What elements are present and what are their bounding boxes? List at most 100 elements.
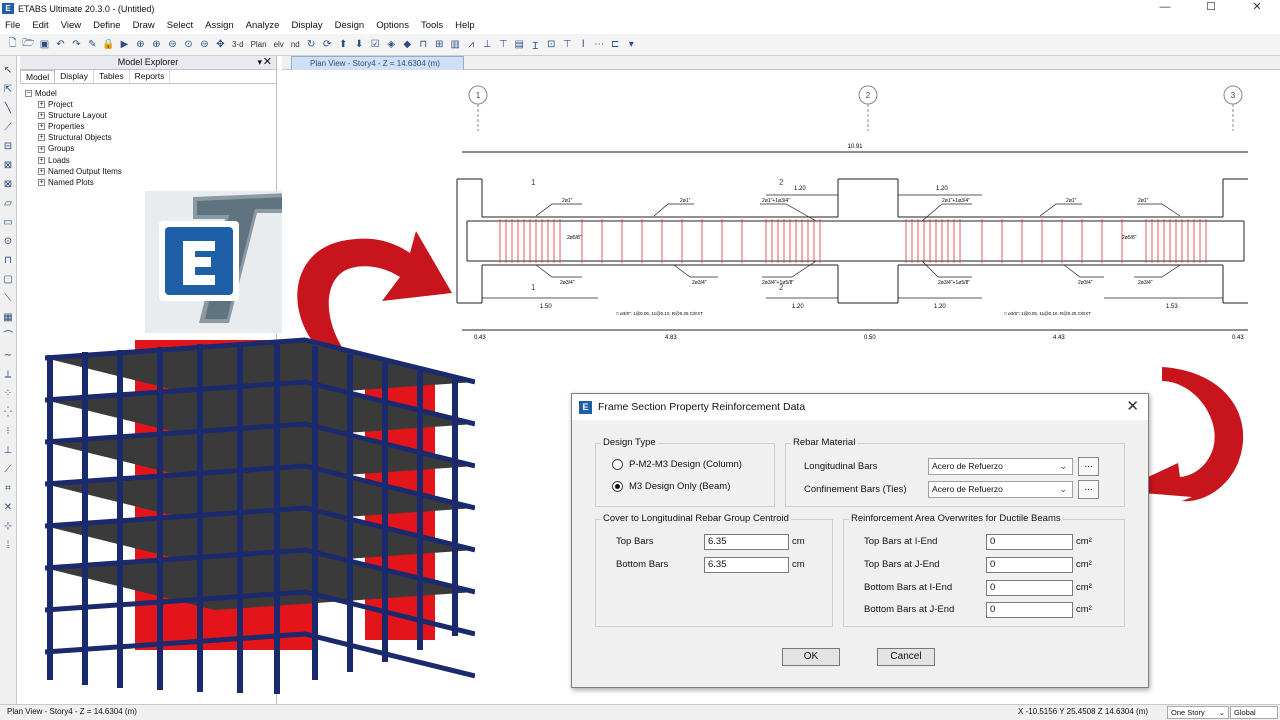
draw-beam-icon[interactable]: ⊟ xyxy=(4,140,12,154)
draw-brace-icon[interactable]: ⟋ xyxy=(5,121,12,135)
top-i-end-input[interactable]: 0 xyxy=(986,534,1073,550)
confinement-bars-select[interactable]: Acero de Refuerzo ⌄ xyxy=(928,481,1073,498)
menu-design[interactable]: Design xyxy=(331,20,373,31)
bottom-bars-cover-input[interactable]: 6.35 xyxy=(704,557,789,573)
collapse-icon[interactable]: − xyxy=(25,90,32,98)
frame-icon[interactable]: ⊓ xyxy=(417,38,430,51)
close-window-button[interactable]: ✕ xyxy=(1234,0,1280,15)
maximize-button[interactable]: ☐ xyxy=(1188,0,1234,15)
bottom-j-end-input[interactable]: 0 xyxy=(986,602,1073,618)
marker-icon[interactable]: Ⅰ xyxy=(577,38,590,51)
dialog-close-icon[interactable]: ✕ xyxy=(1126,397,1139,415)
snap-perp-icon[interactable]: ⊥ xyxy=(4,444,13,458)
coord-system-select[interactable]: Global xyxy=(1230,706,1278,719)
tree-item-loads[interactable]: + Loads xyxy=(25,155,122,166)
check-icon[interactable]: ☑ xyxy=(369,38,382,51)
tree-item-named-output[interactable]: + Named Output Items xyxy=(25,166,122,177)
view-3d-button[interactable]: 3-d xyxy=(230,38,246,51)
column-icon[interactable]: ⊞ xyxy=(433,38,446,51)
expand-icon[interactable]: + xyxy=(38,123,45,131)
snap-mid-icon[interactable]: ⁛ xyxy=(4,406,12,420)
menu-tools[interactable]: Tools xyxy=(417,20,451,31)
snap-ext-icon[interactable]: ⊹ xyxy=(4,520,12,534)
rotate-icon[interactable]: ↻ xyxy=(305,38,318,51)
save-icon[interactable]: ▣ xyxy=(38,38,51,51)
line-style-icon[interactable]: ⋯ xyxy=(593,38,606,51)
draw-opening-icon[interactable]: ▢ xyxy=(3,273,12,287)
zoom-fit-icon[interactable]: ⊙ xyxy=(182,38,195,51)
lock-icon[interactable]: 🔒 xyxy=(102,38,115,51)
menu-draw[interactable]: Draw xyxy=(129,20,163,31)
tree-root[interactable]: − Model xyxy=(25,88,122,99)
snap-all-icon[interactable]: ⁞ xyxy=(7,539,10,553)
object-shrink-icon[interactable]: ◈ xyxy=(385,38,398,51)
draw-link-icon[interactable]: ⟍ xyxy=(5,292,12,306)
zoom-out-icon[interactable]: ⊖ xyxy=(166,38,179,51)
expand-icon[interactable]: + xyxy=(38,112,45,120)
tab-model[interactable]: Model xyxy=(20,70,56,83)
plan-view-tab[interactable]: Plan View - Story4 - Z = 14.6304 (m) xyxy=(291,56,464,70)
zoom-previous-icon[interactable]: ⊖ xyxy=(198,38,211,51)
more-icon[interactable]: ▾ xyxy=(625,38,638,51)
snap-line-icon[interactable]: ⟋ xyxy=(5,463,12,477)
minimize-button[interactable]: — xyxy=(1142,0,1188,15)
draw-line-icon[interactable]: ╲ xyxy=(5,102,11,116)
zoom-in-icon[interactable]: ⊕ xyxy=(150,38,163,51)
draw-icon[interactable]: ✎ xyxy=(86,38,99,51)
story-select[interactable]: One Story ⌄ xyxy=(1167,706,1229,719)
ok-button[interactable]: OK xyxy=(782,648,840,666)
reshape-icon[interactable]: ⇱ xyxy=(4,83,12,97)
snap-int-icon[interactable]: ✕ xyxy=(4,501,12,515)
snap-end-icon[interactable]: ⁝ xyxy=(6,425,9,439)
tree-item-groups[interactable]: + Groups xyxy=(25,143,122,154)
pointer-icon[interactable]: ↖ xyxy=(4,64,12,78)
snap-icon[interactable]: ⁘ xyxy=(4,387,12,401)
expand-icon[interactable]: + xyxy=(38,134,45,142)
tree-item-properties[interactable]: + Properties xyxy=(25,121,122,132)
dim-icon[interactable]: ⟂ xyxy=(5,368,12,382)
menu-analyze[interactable]: Analyze xyxy=(242,20,288,31)
grid-icon[interactable]: ▦ xyxy=(3,311,12,325)
top-j-end-input[interactable]: 0 xyxy=(986,557,1073,573)
expand-icon[interactable]: + xyxy=(38,145,45,153)
menu-file[interactable]: File xyxy=(1,20,28,31)
tree-item-structural-objects[interactable]: + Structural Objects xyxy=(25,132,122,143)
move-up-icon[interactable]: ⬆ xyxy=(337,38,350,51)
brace-icon[interactable]: ⩘ xyxy=(465,38,478,51)
draw-wall-icon[interactable]: ⊓ xyxy=(4,254,12,268)
expand-icon[interactable]: + xyxy=(38,101,45,109)
bottom-i-end-input[interactable]: 0 xyxy=(986,580,1073,596)
cancel-button[interactable]: Cancel xyxy=(877,648,935,666)
longitudinal-more-button[interactable]: ... xyxy=(1078,457,1099,476)
draw-rect-icon[interactable]: ▭ xyxy=(3,216,12,230)
zoom-window-icon[interactable]: ⊕ xyxy=(134,38,147,51)
filter-icon[interactable]: ⊤ xyxy=(561,38,574,51)
new-file-icon[interactable]: 🗋 xyxy=(6,38,19,51)
elevation-view-button[interactable]: elv xyxy=(272,38,286,51)
draw-cross-icon[interactable]: ⊠ xyxy=(4,178,12,192)
redo-icon[interactable]: ↷ xyxy=(70,38,83,51)
menu-help[interactable]: Help xyxy=(451,20,483,31)
beam-icon[interactable]: ⊤ xyxy=(497,38,510,51)
menu-assign[interactable]: Assign xyxy=(201,20,242,31)
explorer-close-icon[interactable]: ✕ xyxy=(263,56,272,69)
top-bars-cover-input[interactable]: 6.35 xyxy=(704,534,789,550)
undo-icon[interactable]: ↶ xyxy=(54,38,67,51)
pin-icon[interactable]: ▾ xyxy=(257,56,262,69)
draw-area-icon[interactable]: ▱ xyxy=(4,197,12,211)
expand-icon[interactable]: + xyxy=(38,167,45,175)
expand-icon[interactable]: + xyxy=(38,156,45,164)
wall-icon[interactable]: ▥ xyxy=(449,38,462,51)
menu-display[interactable]: Display xyxy=(287,20,330,31)
snap-grid-icon[interactable]: ⌗ xyxy=(5,482,11,496)
column-design-radio[interactable] xyxy=(612,459,623,470)
tab-tables[interactable]: Tables xyxy=(94,70,130,83)
menu-edit[interactable]: Edit xyxy=(28,20,56,31)
dimension-icon[interactable]: Ɪ xyxy=(529,38,542,52)
nd-view-button[interactable]: nd xyxy=(289,38,302,51)
open-file-icon[interactable]: 🗁 xyxy=(22,38,35,51)
tendon-icon[interactable]: ⏜ xyxy=(3,330,13,344)
tab-display[interactable]: Display xyxy=(55,70,95,83)
longitudinal-bars-select[interactable]: Acero de Refuerzo ⌄ xyxy=(928,458,1073,475)
display-options-icon[interactable]: ⊏ xyxy=(609,38,622,51)
